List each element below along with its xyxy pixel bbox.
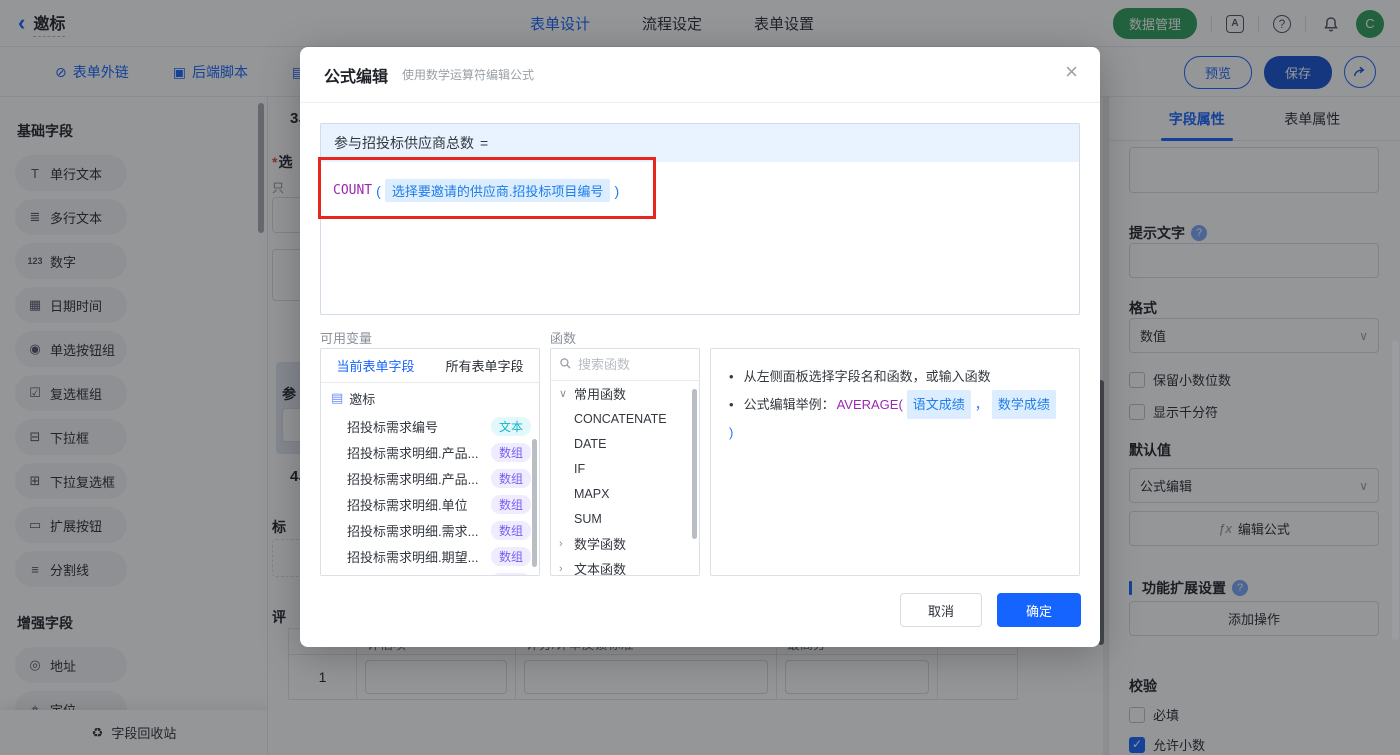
modal-title: 公式编辑 <box>324 68 389 86</box>
close-icon[interactable]: × <box>1065 61 1078 83</box>
function-group-math[interactable]: › 数学函数 <box>551 531 699 556</box>
function-item[interactable]: CONCATENATE <box>551 406 699 431</box>
function-item[interactable]: MAPX <box>551 481 699 506</box>
app-window: ‹ 邀标 表单设计 流程设定 表单设置 数据管理 A ? C ⊘ 表单外链 ▣ 后端… <box>0 0 1400 755</box>
variables-label: 可用变量 <box>320 331 373 346</box>
variable-root-node[interactable]: ▤ 邀标 <box>321 383 539 413</box>
function-search-input[interactable] <box>578 357 678 372</box>
function-group-text[interactable]: › 文本函数 <box>551 556 699 575</box>
tree-expanded-icon: ∨ <box>559 388 568 400</box>
function-item[interactable]: DATE <box>551 431 699 456</box>
type-tag: 数组 <box>490 468 531 488</box>
tips-panel: • 从左侧面板选择字段名和函数，或输入函数 • 公式编辑举例： AVERAGE( … <box>710 348 1080 576</box>
functions-scrollbar[interactable] <box>692 389 697 539</box>
formula-target-field: 参与招投标供应商总数 <box>334 135 474 151</box>
formula-target-bar: 参与招投标供应商总数 = <box>321 124 1079 162</box>
variables-list: ▤ 邀标 招投标需求编号 文本 招投标需求明细.产品... 数组 招投标需求明细.产品… <box>321 383 539 575</box>
functions-label: 函数 <box>550 331 577 346</box>
type-tag: 数组 <box>490 442 531 462</box>
variable-item[interactable]: 招投标需求明细.单位 数组 <box>321 491 539 517</box>
modal-header: 公式编辑 使用数学运算符编辑公式 × <box>300 47 1100 103</box>
variable-item[interactable]: 招投标需求明细.期望... 数组 <box>321 543 539 569</box>
equals-sign: = <box>480 135 489 151</box>
variable-item[interactable]: 招投标需求明细...数组 <box>321 569 539 575</box>
function-item[interactable]: SUM <box>551 506 699 531</box>
search-icon <box>559 357 572 373</box>
type-tag: 文本 <box>490 416 531 436</box>
function-search <box>551 349 699 381</box>
tip-line-1: • 从左侧面板选择字段名和函数，或输入函数 <box>729 369 991 384</box>
function-tree: ∨ 常用函数 CONCATENATE DATE IF MAPX SUM › 数学函数… <box>551 381 699 575</box>
variable-item[interactable]: 招投标需求明细.产品... 数组 <box>321 465 539 491</box>
close-paren: ) <box>614 182 620 199</box>
formula-expression[interactable]: COUNT ( 选择要邀请的供应商.招投标项目编号 ) <box>321 162 1079 219</box>
tab-current-form-fields[interactable]: 当前表单字段 <box>336 356 414 375</box>
example-field-chip: 语文成绩 <box>906 390 971 419</box>
example-function: AVERAGE( <box>836 397 903 412</box>
formula-editor-modal: 公式编辑 使用数学运算符编辑公式 × 参与招投标供应商总数 = COUNT ( … <box>300 47 1100 647</box>
functions-panel: ∨常用函数 CONCATENATE DATE IF MAPX SUM ›数学函数… <box>550 348 700 576</box>
cancel-button[interactable]: 取消 <box>900 593 982 627</box>
formula-editor-box[interactable]: 参与招投标供应商总数 = COUNT ( 选择要邀请的供应商.招投标项目编号 ) <box>320 123 1080 315</box>
document-icon: ▤ <box>331 390 344 405</box>
type-tag: 数组 <box>490 572 531 575</box>
page-scrollbar[interactable] <box>1392 340 1399 640</box>
function-group-common[interactable]: ∨ 常用函数 <box>551 381 699 406</box>
formula-field-chip[interactable]: 选择要邀请的供应商.招投标项目编号 <box>384 179 611 202</box>
modal-subtitle: 使用数学运算符编辑公式 <box>402 68 535 82</box>
formula-function-name: COUNT <box>333 183 373 198</box>
variable-item[interactable]: 招投标需求明细.需求... 数组 <box>321 517 539 543</box>
variables-panel: 当前表单字段 所有表单字段 ▤ 邀标 招投标需求编号 文本 招投标需求明细.产品..… <box>320 348 540 576</box>
open-paren: ( <box>376 182 381 199</box>
tree-collapsed-icon: › <box>559 537 563 550</box>
confirm-button[interactable]: 确定 <box>997 593 1081 627</box>
type-tag: 数组 <box>490 546 531 566</box>
variables-scrollbar[interactable] <box>532 439 537 567</box>
example-field-chip: 数学成绩 <box>991 390 1056 419</box>
tree-collapsed-icon: › <box>559 562 563 575</box>
type-tag: 数组 <box>490 520 531 540</box>
function-item[interactable]: IF <box>551 456 699 481</box>
variables-tabs: 当前表单字段 所有表单字段 <box>321 349 539 383</box>
tip-line-2: • 公式编辑举例： AVERAGE( 语文成绩 ， 数学成绩 ) <box>729 390 1061 446</box>
tab-all-form-fields[interactable]: 所有表单字段 <box>445 356 523 375</box>
variable-item[interactable]: 招投标需求编号 文本 <box>321 413 539 439</box>
variable-item[interactable]: 招投标需求明细.产品... 数组 <box>321 439 539 465</box>
type-tag: 数组 <box>490 494 531 514</box>
